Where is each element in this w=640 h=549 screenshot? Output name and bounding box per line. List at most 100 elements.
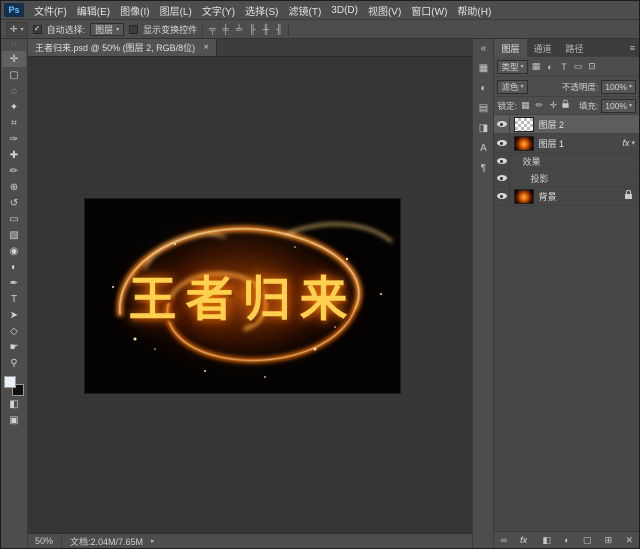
shape-filter-icon[interactable]: ▭ — [573, 61, 584, 72]
clone-stamp-tool[interactable]: ⊕ — [2, 179, 26, 195]
move-tool[interactable]: ✛ — [2, 51, 26, 67]
opacity-label: 不透明度: — [562, 81, 598, 93]
visibility-cell[interactable] — [494, 187, 510, 205]
menu-help[interactable]: 帮助(H) — [452, 3, 496, 18]
link-layers-icon[interactable]: ∞ — [500, 535, 506, 545]
spot-healing-tool[interactable]: ✚ — [2, 147, 26, 163]
tab-paths[interactable]: 路径 — [559, 39, 591, 57]
pen-tool[interactable]: ✒ — [2, 275, 26, 291]
crop-tool[interactable]: ⌗ — [2, 115, 26, 131]
lock-position-icon[interactable]: ✛ — [548, 100, 559, 111]
color-panel-icon[interactable]: ▦ — [475, 62, 491, 75]
type-tool[interactable]: T — [2, 291, 26, 307]
toolbar-grip-icon[interactable]: ∷ — [12, 41, 16, 49]
layer-row-layer1[interactable]: 图层 1 fx ▾ — [494, 134, 639, 153]
layer-thumbnail[interactable] — [514, 136, 534, 151]
tab-channels[interactable]: 通道 — [527, 39, 559, 57]
eyedropper-tool[interactable]: ✑ — [2, 131, 26, 147]
visibility-cell[interactable] — [494, 153, 510, 169]
visibility-cell[interactable] — [494, 115, 510, 133]
zoom-level-field[interactable]: 50% — [35, 536, 53, 546]
adjustment-filter-icon[interactable]: ◐ — [545, 62, 556, 72]
canvas-pasteboard[interactable]: 王者归来 — [28, 57, 472, 533]
gradient-tool[interactable]: ▧ — [2, 227, 26, 243]
menu-edit[interactable]: 编辑(E) — [72, 3, 115, 18]
panel-menu-icon[interactable]: ≡ — [626, 39, 639, 57]
opacity-dropdown[interactable]: 100% ▾ — [601, 80, 636, 94]
show-transform-checkbox[interactable] — [129, 25, 138, 34]
path-selection-tool[interactable]: ➤ — [2, 307, 26, 323]
align-hcenter-icon[interactable]: ╫ — [262, 24, 270, 34]
paragraph-panel-icon[interactable]: ¶ — [475, 162, 491, 175]
collapse-panels-icon[interactable]: « — [475, 42, 491, 55]
visibility-cell[interactable] — [494, 170, 510, 186]
fill-dropdown[interactable]: 100% ▾ — [601, 99, 636, 113]
align-vcenter-icon[interactable]: ╪ — [222, 24, 230, 34]
properties-panel-icon[interactable]: ◨ — [475, 122, 491, 135]
pixel-filter-icon[interactable]: ▦ — [531, 61, 542, 72]
dodge-tool[interactable]: ◐ — [2, 259, 26, 275]
type-filter-icon[interactable]: T — [559, 62, 570, 72]
rectangular-marquee-tool[interactable]: ▢ — [2, 67, 26, 83]
menu-layer[interactable]: 图层(L) — [155, 3, 197, 18]
zoom-tool[interactable]: ⚲ — [2, 355, 26, 371]
delete-layer-icon[interactable]: ✕ — [625, 535, 633, 546]
visibility-cell[interactable] — [494, 134, 510, 152]
layer-row-background[interactable]: 背景 — [494, 187, 639, 206]
document-canvas[interactable]: 王者归来 — [85, 199, 400, 393]
layer-thumbnail[interactable] — [514, 189, 534, 204]
quick-selection-tool[interactable]: ✦ — [2, 99, 26, 115]
lock-transparency-icon[interactable]: ▦ — [520, 100, 531, 111]
layer-row-drop-shadow[interactable]: 投影 — [494, 170, 639, 187]
align-bottom-icon[interactable]: ╧ — [235, 24, 243, 34]
foreground-color-swatch[interactable] — [4, 376, 16, 388]
blend-mode-dropdown[interactable]: 滤色 ▾ — [497, 80, 527, 94]
status-flyout-icon[interactable]: ▸ — [151, 537, 155, 545]
quick-mask-button[interactable]: ◧ — [2, 396, 26, 412]
ps-logo[interactable]: Ps — [4, 3, 24, 17]
lock-all-icon[interactable] — [562, 103, 568, 108]
eraser-tool[interactable]: ▭ — [2, 211, 26, 227]
menu-filter[interactable]: 滤镜(T) — [284, 3, 327, 18]
character-panel-icon[interactable]: A — [475, 142, 491, 155]
layer-filter-dropdown[interactable]: 类型 ▾ — [497, 60, 527, 74]
layer-thumbnail[interactable] — [514, 117, 534, 132]
new-group-icon[interactable]: ▢ — [583, 535, 592, 546]
lasso-tool[interactable]: ◌ — [2, 83, 26, 99]
menu-view[interactable]: 视图(V) — [363, 3, 406, 18]
fx-badge[interactable]: fx — [622, 138, 629, 148]
history-brush-tool[interactable]: ↺ — [2, 195, 26, 211]
hand-tool[interactable]: ☛ — [2, 339, 26, 355]
blur-tool[interactable]: ◉ — [2, 243, 26, 259]
auto-select-checkbox[interactable]: ✓ — [33, 25, 42, 34]
align-right-icon[interactable]: ╢ — [275, 24, 283, 34]
auto-select-label: 自动选择: — [47, 23, 86, 36]
lock-pixels-icon[interactable]: ✏ — [534, 100, 545, 111]
align-top-icon[interactable]: ╤ — [208, 24, 216, 34]
add-layer-mask-icon[interactable]: ◧ — [542, 535, 551, 546]
styles-panel-icon[interactable]: ▤ — [475, 102, 491, 115]
tool-preset-picker[interactable]: ✛ ▾ — [6, 22, 28, 37]
menu-image[interactable]: 图像(I) — [115, 3, 154, 18]
menu-type[interactable]: 文字(Y) — [197, 3, 240, 18]
close-icon[interactable]: × — [203, 42, 209, 53]
layer-row-effects[interactable]: 效果 — [494, 153, 639, 170]
new-adjustment-layer-icon[interactable]: ◐ — [564, 535, 569, 545]
menu-3d[interactable]: 3D(D) — [326, 5, 363, 16]
menu-select[interactable]: 选择(S) — [240, 3, 283, 18]
document-tab[interactable]: 王者归来.psd @ 50% (图层 2, RGB/8位) × — [28, 39, 217, 56]
align-left-icon[interactable]: ╟ — [248, 24, 256, 34]
smart-object-filter-icon[interactable]: ⊡ — [587, 61, 598, 72]
layer-row-layer2[interactable]: 图层 2 — [494, 115, 639, 134]
menu-window[interactable]: 窗口(W) — [406, 3, 452, 18]
new-layer-icon[interactable]: ⊞ — [605, 535, 613, 546]
brush-tool[interactable]: ✏ — [2, 163, 26, 179]
layer-style-icon[interactable]: fx — [520, 535, 527, 545]
tab-layers[interactable]: 图层 — [494, 39, 526, 57]
menu-file[interactable]: 文件(F) — [29, 3, 72, 18]
auto-select-target-dropdown[interactable]: 图层 ▾ — [90, 23, 124, 36]
screen-mode-button[interactable]: ▣ — [2, 412, 26, 428]
adjustments-panel-icon[interactable]: ◐ — [475, 82, 491, 95]
collapse-fx-icon[interactable]: ▾ — [631, 139, 635, 147]
shape-tool[interactable]: ◇ — [2, 323, 26, 339]
